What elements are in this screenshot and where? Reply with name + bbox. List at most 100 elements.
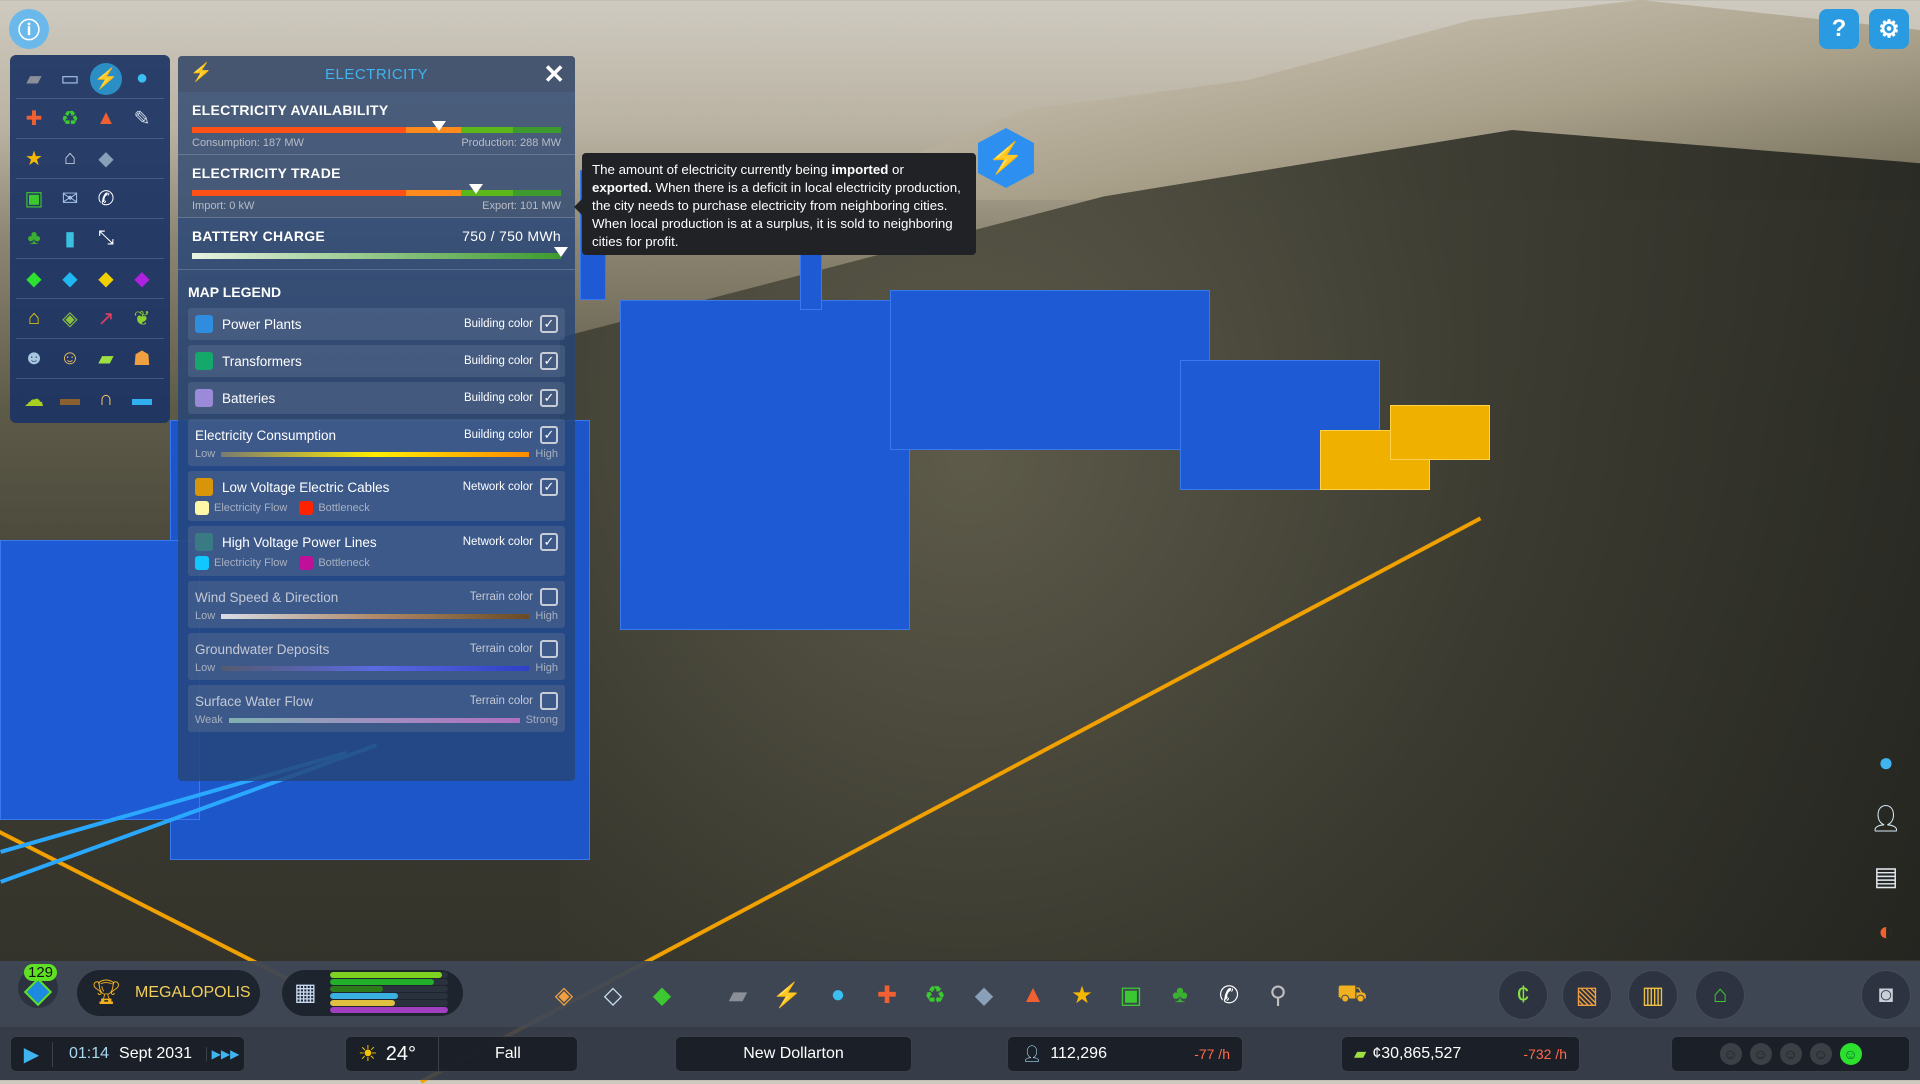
water-tool-button[interactable]: ● <box>818 975 858 1015</box>
healthcare-tool-button[interactable]: ✚ <box>867 975 907 1015</box>
settings-button[interactable]: ⚙ <box>1869 9 1909 49</box>
legend-name: Surface Water Flow <box>195 694 470 709</box>
fire-icon[interactable]: ▲ <box>88 103 124 135</box>
legend-checkbox[interactable]: ✓ <box>540 426 558 444</box>
land-value-icon[interactable]: ◈ <box>52 303 88 335</box>
police-icon[interactable]: ★ <box>16 143 52 175</box>
parks-tool-button[interactable]: ♣ <box>1160 975 1200 1015</box>
legend-checkbox[interactable]: ✓ <box>540 389 558 407</box>
gradient-bar <box>229 718 520 723</box>
statistics-button[interactable]: ▥ <box>1628 970 1678 1020</box>
season: Fall <box>438 1037 577 1071</box>
close-button[interactable]: ✕ <box>543 59 565 90</box>
parks-icon[interactable]: ♣ <box>16 223 52 255</box>
bulldozer-tool-button[interactable]: ⛟ <box>1332 975 1372 1015</box>
happiness-icon[interactable]: ☺ <box>52 343 88 375</box>
water-icon[interactable]: ● <box>124 63 160 95</box>
bottleneck-label: Bottleneck <box>318 502 369 514</box>
mail-icon[interactable]: ✉ <box>52 183 88 215</box>
battery-title: BATTERY CHARGE <box>192 228 325 244</box>
healthcare-icon[interactable]: ✚ <box>16 103 52 135</box>
money-rate: -732 /h <box>1523 1046 1567 1062</box>
gradient-high-label: High <box>535 610 558 622</box>
city-name-text: New Dollarton <box>743 1045 843 1063</box>
help-button[interactable]: ? <box>1819 9 1859 49</box>
legend-name: Groundwater Deposits <box>195 642 470 657</box>
pollution-icon[interactable]: ↗ <box>88 303 124 335</box>
office-zone-icon[interactable]: ◆ <box>124 263 160 295</box>
legend-checkbox[interactable]: ✓ <box>540 533 558 551</box>
legend-checkbox[interactable] <box>540 640 558 658</box>
housing-icon[interactable]: ⌂ <box>16 303 52 335</box>
power-plant-silos <box>620 300 910 630</box>
noise-icon[interactable]: ∩ <box>88 383 124 415</box>
city-name[interactable]: New Dollarton <box>675 1036 912 1072</box>
workers-icon[interactable]: ☗ <box>124 343 160 375</box>
economy-button[interactable]: ¢ <box>1498 970 1548 1020</box>
residential-zone-icon[interactable]: ◆ <box>16 263 52 295</box>
category-row: ☻☺▰☗ <box>16 339 164 379</box>
landmarks-tool-button[interactable]: ◆ <box>642 975 682 1015</box>
money-icon[interactable]: ▰ <box>88 343 124 375</box>
communication-icon[interactable]: ✆ <box>88 183 124 215</box>
bottleneck-swatch <box>299 501 313 515</box>
roads-tool-button[interactable]: ▰ <box>718 975 758 1015</box>
money-widget[interactable]: ▰ ¢30,865,527 -732 /h <box>1341 1036 1580 1072</box>
fast-forward-button[interactable]: ▶▶▶ <box>206 1047 244 1061</box>
info-button[interactable]: ⓘ <box>9 9 49 49</box>
education-tool-button[interactable]: ◆ <box>964 975 1004 1015</box>
legend-checkbox[interactable]: ✓ <box>540 315 558 333</box>
agriculture-icon[interactable]: ❦ <box>124 303 160 335</box>
legend-checkbox[interactable]: ✓ <box>540 352 558 370</box>
education-icon[interactable]: ◆ <box>88 143 124 175</box>
legend-checkbox[interactable]: ✓ <box>540 478 558 496</box>
level-badge[interactable]: 129 <box>18 968 58 1008</box>
commercial-zone-icon[interactable]: ◆ <box>52 263 88 295</box>
transport-icon[interactable]: ▣ <box>16 183 52 215</box>
population-widget[interactable]: 👤︎ 112,296 -77 /h <box>1007 1036 1243 1072</box>
milestone-pill[interactable]: 🏆︎ MEGALOPOLIS <box>77 970 260 1016</box>
zoning-tool-button[interactable]: ◈ <box>544 975 584 1015</box>
electricity-tool-button[interactable]: ⚡ <box>767 975 807 1015</box>
advisor-icon[interactable]: ◐ <box>1866 911 1906 951</box>
transportation-tool-button[interactable]: ▣ <box>1111 975 1151 1015</box>
legend-checkbox[interactable] <box>540 692 558 710</box>
garbage-tool-button[interactable]: ♻ <box>915 975 955 1015</box>
photo-mode-button[interactable]: ◙ <box>1861 970 1911 1020</box>
communication-tool-button[interactable]: ✆ <box>1209 975 1249 1015</box>
maintenance-icon[interactable]: ✎ <box>124 103 160 135</box>
progression-button[interactable]: ⌂ <box>1695 970 1745 1020</box>
transit-map-button[interactable]: ▧ <box>1562 970 1612 1020</box>
administration-icon[interactable]: ⌂ <box>52 143 88 175</box>
population-icon[interactable]: ☻ <box>16 343 52 375</box>
citizen-icon[interactable]: 👤︎ <box>1866 798 1906 838</box>
legend-type: Building color <box>464 392 533 404</box>
battery-charge: BATTERY CHARGE750 / 750 MWh <box>178 218 575 270</box>
trade-bar[interactable] <box>192 190 561 196</box>
legend-item: BatteriesBuilding color✓ <box>188 382 565 414</box>
police-tool-button[interactable]: ★ <box>1062 975 1102 1015</box>
electricity-icon[interactable]: ⚡ <box>90 63 122 95</box>
legend-checkbox[interactable] <box>540 588 558 606</box>
play-button[interactable]: ▶ <box>11 1042 53 1067</box>
legend-type: Terrain color <box>470 591 533 603</box>
landscaping-tool-button[interactable]: ⚲ <box>1258 975 1298 1015</box>
industrial-zone-icon[interactable]: ◆ <box>88 263 124 295</box>
chirper-icon[interactable]: ● <box>1866 742 1906 782</box>
production-text: Production: 288 MW <box>461 137 561 149</box>
terrain-icon[interactable]: ☁ <box>16 383 52 415</box>
gradient-low-label: Low <box>195 610 215 622</box>
import-text: Import: 0 kW <box>192 200 254 212</box>
water-surface-icon[interactable]: ▬ <box>124 383 160 415</box>
journal-icon[interactable]: ▤ <box>1866 856 1906 896</box>
road-icon[interactable]: ▰ <box>16 63 52 95</box>
soil-icon[interactable]: ▬ <box>52 383 88 415</box>
areas-tool-button[interactable]: ◇ <box>593 975 633 1015</box>
recycling-icon[interactable]: ♻ <box>52 103 88 135</box>
fire-tool-button[interactable]: ▲ <box>1013 975 1053 1015</box>
tourism-icon[interactable]: ▮ <box>52 223 88 255</box>
vehicle-icon[interactable]: ▭ <box>52 63 88 95</box>
legend-name: Electricity Consumption <box>195 428 464 443</box>
happiness-widget[interactable]: ☺☺☺☺☺ <box>1671 1036 1910 1072</box>
move-icon[interactable]: ⤡ <box>88 223 124 255</box>
